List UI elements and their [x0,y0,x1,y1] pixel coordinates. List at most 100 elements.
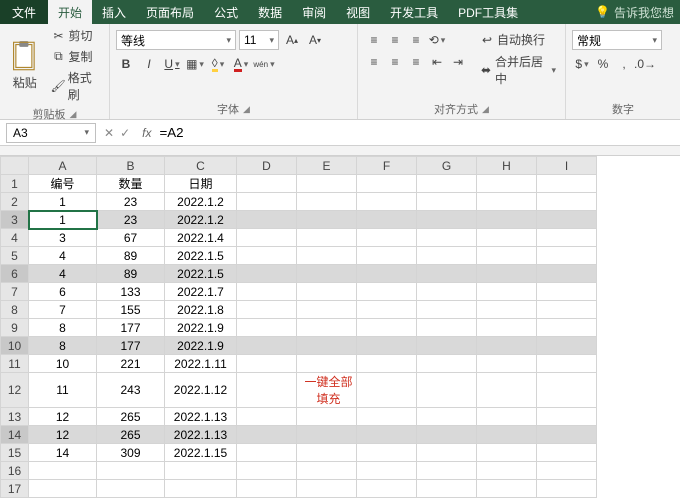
formula-bar-input[interactable] [155,123,680,143]
cell[interactable]: 2022.1.13 [165,408,237,426]
merge-center-button[interactable]: ⬌ 合并后居中 [476,52,559,88]
column-header[interactable]: B [97,157,165,175]
cell[interactable] [297,480,357,498]
cell[interactable]: 7 [29,301,97,319]
increase-decimal-button[interactable]: .0→ [635,54,655,74]
cell[interactable] [357,283,417,301]
cell[interactable] [357,480,417,498]
font-name-select[interactable]: 等线 [116,30,236,50]
row-header[interactable]: 8 [1,301,29,319]
cell[interactable]: 1 [29,211,97,229]
font-color-button[interactable]: A [231,54,251,74]
cell[interactable] [297,355,357,373]
cell[interactable] [237,408,297,426]
row-header[interactable]: 15 [1,444,29,462]
copy-button[interactable]: ⧉ 复制 [47,47,103,66]
align-center-button[interactable]: ≡ [385,52,405,72]
cell[interactable] [97,462,165,480]
comma-format-button[interactable]: , [614,54,634,74]
cell[interactable]: 2022.1.2 [165,211,237,229]
cell[interactable] [537,319,597,337]
cell[interactable] [357,247,417,265]
cell[interactable]: 14 [29,444,97,462]
cell[interactable] [477,373,537,408]
cell[interactable]: 2022.1.9 [165,319,237,337]
cell[interactable] [357,211,417,229]
cell[interactable] [477,408,537,426]
alignment-launcher-icon[interactable]: ◢ [482,104,489,115]
cell[interactable]: 177 [97,319,165,337]
wrap-text-button[interactable]: ↩ 自动换行 [476,30,559,49]
cell[interactable] [417,355,477,373]
cell[interactable]: 23 [97,193,165,211]
cell[interactable] [357,444,417,462]
phonetic-button[interactable]: wén [254,54,274,74]
row-header[interactable]: 11 [1,355,29,373]
cell[interactable] [417,301,477,319]
tell-me-search[interactable]: 💡 告诉我您想 [595,4,680,21]
row-header[interactable]: 6 [1,265,29,283]
row-header[interactable]: 12 [1,373,29,408]
fx-icon[interactable]: fx [138,126,155,140]
cell[interactable]: 177 [97,337,165,355]
spreadsheet-grid[interactable]: ABCDEFGHI1编号数量日期21232022.1.231232022.1.2… [0,156,680,498]
cell[interactable] [357,193,417,211]
cell[interactable] [537,373,597,408]
fill-color-button[interactable]: ◊ [208,54,228,74]
cell[interactable] [417,193,477,211]
cell[interactable] [417,247,477,265]
cell[interactable] [237,426,297,444]
cell[interactable]: 数量 [97,175,165,193]
cell[interactable] [357,462,417,480]
column-header[interactable]: D [237,157,297,175]
cell[interactable] [237,229,297,247]
cell[interactable] [537,211,597,229]
cell[interactable] [477,480,537,498]
cell[interactable] [237,444,297,462]
cell[interactable] [297,211,357,229]
cell[interactable] [417,444,477,462]
cell[interactable] [477,265,537,283]
cell[interactable]: 221 [97,355,165,373]
cell[interactable] [537,247,597,265]
paste-button[interactable]: 粘贴 [6,26,43,104]
cell[interactable]: 2022.1.11 [165,355,237,373]
accounting-format-button[interactable]: $ [572,54,592,74]
cell[interactable] [237,355,297,373]
cell[interactable] [417,283,477,301]
cell[interactable]: 2022.1.5 [165,265,237,283]
cell[interactable] [237,319,297,337]
cell[interactable] [357,355,417,373]
cell[interactable]: 89 [97,247,165,265]
cell[interactable] [357,301,417,319]
row-header[interactable]: 4 [1,229,29,247]
cell[interactable] [357,265,417,283]
row-header[interactable]: 5 [1,247,29,265]
cell[interactable] [237,301,297,319]
enter-formula-icon[interactable]: ✓ [120,126,130,140]
cell[interactable] [297,444,357,462]
cell[interactable] [537,355,597,373]
row-header[interactable]: 1 [1,175,29,193]
cell[interactable] [537,426,597,444]
cell[interactable] [477,444,537,462]
cell[interactable] [417,462,477,480]
cell[interactable] [297,229,357,247]
cell[interactable] [297,247,357,265]
cell[interactable]: 243 [97,373,165,408]
cell[interactable] [537,480,597,498]
cell[interactable]: 2022.1.7 [165,283,237,301]
cell[interactable] [477,355,537,373]
cell[interactable] [477,337,537,355]
cell[interactable] [537,193,597,211]
column-header[interactable]: A [29,157,97,175]
cell[interactable] [417,229,477,247]
cell[interactable]: 2022.1.13 [165,426,237,444]
cell[interactable] [417,426,477,444]
column-header[interactable]: F [357,157,417,175]
cell[interactable] [297,408,357,426]
cell[interactable]: 8 [29,337,97,355]
percent-format-button[interactable]: % [593,54,613,74]
column-header[interactable]: G [417,157,477,175]
cell[interactable] [357,373,417,408]
